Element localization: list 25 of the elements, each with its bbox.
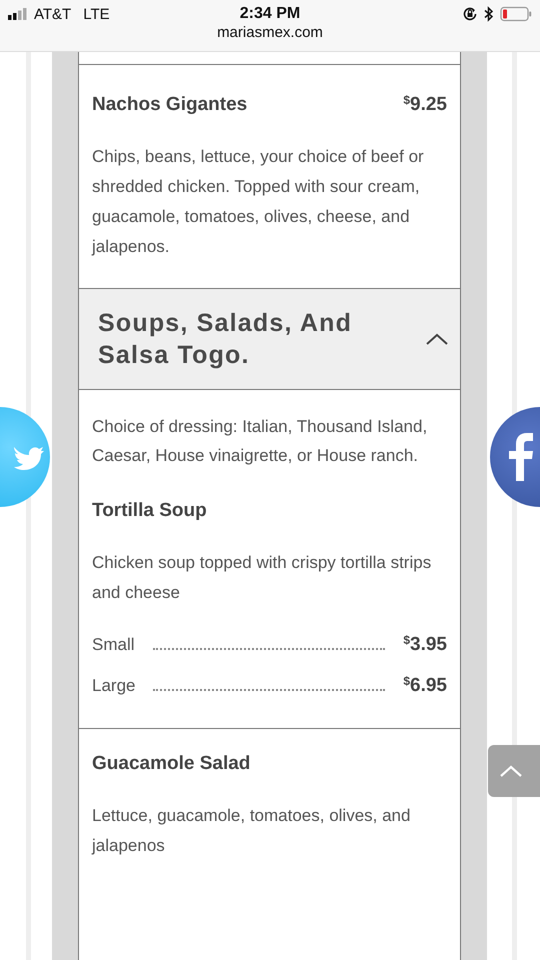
chevron-up-icon [500,765,522,777]
url-label[interactable]: mariasmex.com [0,24,540,41]
bluetooth-icon [484,6,494,22]
price: $^{$}$3.95 [403,632,447,657]
facebook-icon [508,433,534,481]
category-note: Choice of dressing: Italian, Thousand Island, Caesar, House vinaigrette, or House ranch. [92,416,428,467]
network-label: LTE [83,6,110,22]
size-label: Large [92,675,136,697]
clock-time: 2:34 PM [240,5,300,23]
price: $^{$}$9.25 [403,92,447,117]
signal-icon [8,8,28,20]
dish-name: Tortilla Soup [92,499,207,523]
carrier-label: AT&T [34,6,72,22]
price: $^{$}$6.95 [403,673,447,698]
dish-description: Lettuce, guacamole, tomatoes, olives, and jalapenos [92,805,412,857]
dish-name: Guacamole Salad [92,752,250,776]
category-title: Soups, Salads, And Salsa Togo. [98,308,354,371]
dish-description: Chips, beans, lettuce, your choice of beef or shredded chicken. Topped with sour cream, guacamole, tomatoes, olives, cheese, and jalapenos. [92,146,425,258]
category-header[interactable]: Soups, Salads, And Salsa Togo. [79,288,460,389]
dish-description: Chicken soup topped with crispy tortilla strips and cheese [92,552,432,604]
size-label: Small [92,634,135,656]
back-to-top-button[interactable] [488,745,540,797]
orientation-lock-icon [462,6,478,22]
dish-name: Nachos Gigantes [92,93,248,117]
battery-icon [500,6,532,22]
